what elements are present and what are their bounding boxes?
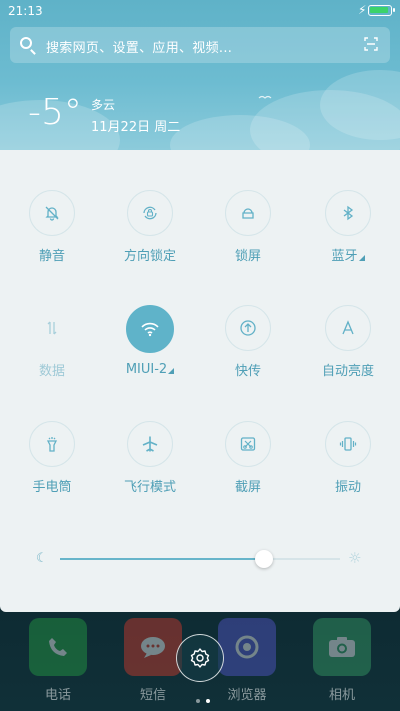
brightness-slider[interactable]: ☾ ☼	[36, 549, 366, 571]
toggle-lock-screen[interactable]: 锁屏	[198, 190, 298, 264]
search-placeholder: 搜索网页、设置、应用、视频...	[46, 41, 233, 56]
toggle-auto-brightness[interactable]: 自动亮度	[298, 305, 398, 379]
toggle-label: 手电筒	[32, 480, 72, 495]
toggle-label: 数据	[38, 364, 65, 379]
lock-icon	[225, 190, 271, 236]
weather-condition: 多云	[91, 98, 116, 112]
app-name: 短信	[139, 688, 166, 703]
app-name: 电话	[44, 688, 71, 703]
page-indicator	[193, 688, 213, 707]
page-dot-active	[206, 699, 210, 703]
toggle-airplane-mode[interactable]: 飞行模式	[100, 421, 200, 495]
wifi-icon	[126, 305, 174, 353]
scan-icon[interactable]	[364, 37, 378, 51]
status-time: 21:13	[8, 4, 43, 18]
browser-icon	[218, 618, 276, 676]
vibrate-icon	[325, 421, 371, 467]
screenshot-icon	[225, 421, 271, 467]
sun-icon: ☼	[348, 549, 362, 567]
expand-triangle-icon	[168, 368, 175, 374]
toggle-label: 方向锁定	[123, 249, 176, 264]
toggle-label: 飞行模式	[123, 480, 176, 495]
toggle-flashlight[interactable]: 手电筒	[2, 421, 102, 495]
app-phone[interactable]: 电话	[8, 618, 108, 703]
settings-button[interactable]	[176, 634, 224, 682]
search-bar[interactable]: 搜索网页、设置、应用、视频...	[10, 27, 390, 63]
toggle-label: 快传	[234, 364, 261, 379]
share-upload-icon	[225, 305, 271, 351]
camera-icon	[313, 618, 371, 676]
rotation-lock-icon	[127, 190, 173, 236]
bell-off-icon	[29, 190, 75, 236]
temperature: -5°	[28, 92, 82, 133]
moon-icon: ☾	[36, 551, 48, 566]
brightness-thumb[interactable]	[255, 550, 274, 568]
toggle-mobile-data[interactable]: 数据	[2, 305, 102, 379]
bird-icon	[258, 95, 272, 99]
toggle-rotation-lock[interactable]: 方向锁定	[100, 190, 200, 264]
phone-icon	[29, 618, 87, 676]
toggle-label: 锁屏	[234, 249, 261, 264]
app-name: 相机	[328, 688, 355, 703]
expand-triangle-icon	[358, 255, 365, 261]
bluetooth-icon	[325, 190, 371, 236]
toggle-bluetooth[interactable]: 蓝牙	[298, 190, 398, 264]
page-dot	[196, 699, 200, 703]
toggle-label: MIUI-2	[100, 362, 200, 377]
charging-icon: ⚡	[358, 3, 367, 17]
message-icon	[124, 618, 182, 676]
toggle-label: 振动	[334, 480, 361, 495]
app-camera[interactable]: 相机	[292, 618, 392, 703]
gear-icon	[190, 648, 210, 668]
weather-header: 21:13 ⚡ 搜索网页、设置、应用、视频... -5° 多云 11月22日 周…	[0, 0, 400, 150]
auto-brightness-icon	[325, 305, 371, 351]
toggle-label: 静音	[38, 249, 65, 264]
weather-date: 11月22日 周二	[91, 120, 181, 135]
toggle-quick-share[interactable]: 快传	[198, 305, 298, 379]
airplane-icon	[127, 421, 173, 467]
brightness-fill	[60, 558, 265, 560]
status-bar: 21:13 ⚡	[0, 0, 400, 22]
battery-icon	[368, 5, 395, 16]
flashlight-icon	[29, 421, 75, 467]
data-arrows-icon	[29, 305, 75, 351]
search-icon	[20, 37, 32, 49]
toggle-wifi[interactable]: MIUI-2	[100, 305, 200, 377]
toggle-mute[interactable]: 静音	[2, 190, 102, 264]
toggle-screenshot[interactable]: 截屏	[198, 421, 298, 495]
toggle-label: 自动亮度	[321, 364, 374, 379]
toggle-vibrate[interactable]: 振动	[298, 421, 398, 495]
toggle-label: 蓝牙	[298, 245, 398, 264]
toggle-label: 截屏	[234, 480, 261, 495]
